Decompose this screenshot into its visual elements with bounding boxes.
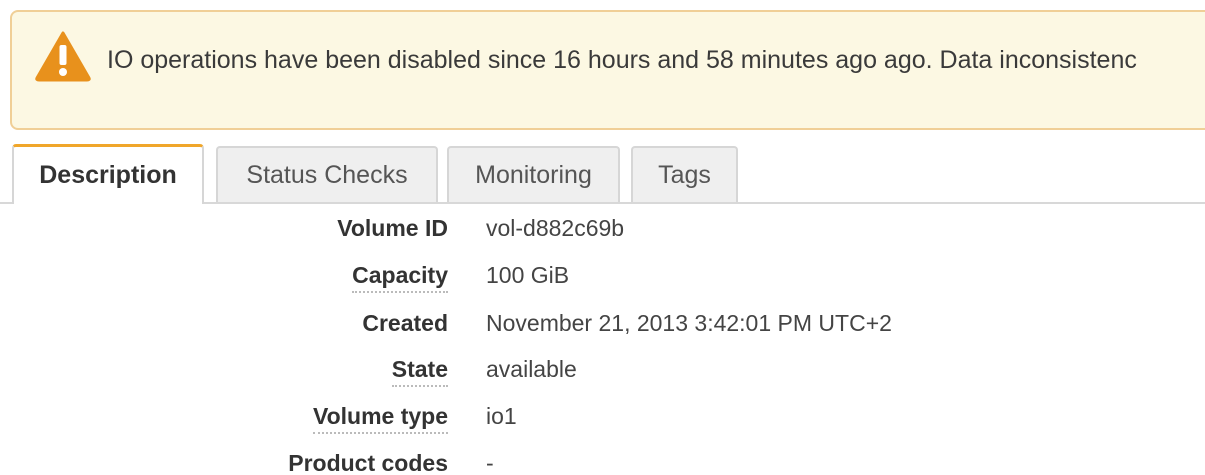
detail-row-created: Created November 21, 2013 3:42:01 PM UTC… <box>0 300 1205 346</box>
detail-label: Product codes <box>288 450 448 475</box>
detail-label: Created <box>362 310 448 336</box>
detail-label[interactable]: State <box>391 356 448 387</box>
detail-value: available <box>486 356 577 382</box>
tab-status-checks[interactable]: Status Checks <box>216 146 438 202</box>
detail-value: - <box>486 450 494 475</box>
detail-label[interactable]: Capacity <box>352 262 448 293</box>
detail-label: Volume ID <box>337 215 448 241</box>
detail-row-state: State available <box>0 346 1205 392</box>
warning-message: IO operations have been disabled since 1… <box>107 46 1137 74</box>
detail-value: 100 GiB <box>486 262 570 288</box>
tab-description[interactable]: Description <box>12 144 204 204</box>
detail-value: November 21, 2013 3:42:01 PM UTC+2 <box>486 310 892 336</box>
volume-details-page: IO operations have been disabled since 1… <box>0 0 1205 475</box>
tab-monitoring[interactable]: Monitoring <box>447 146 620 202</box>
tab-bar: Description Status Checks Monitoring Tag… <box>0 144 1205 204</box>
detail-row-volume-type: Volume type io1 <box>0 393 1205 439</box>
detail-row-product-codes: Product codes - <box>0 440 1205 475</box>
tab-tags[interactable]: Tags <box>631 146 738 202</box>
warning-triangle-icon <box>35 31 91 82</box>
detail-row-capacity: Capacity 100 GiB <box>0 252 1205 298</box>
detail-row-volume-id: Volume ID vol-d882c69b <box>0 205 1205 251</box>
warning-banner: IO operations have been disabled since 1… <box>10 10 1205 130</box>
detail-value: vol-d882c69b <box>486 215 625 241</box>
detail-label[interactable]: Volume type <box>312 403 448 434</box>
detail-value: io1 <box>486 403 517 429</box>
